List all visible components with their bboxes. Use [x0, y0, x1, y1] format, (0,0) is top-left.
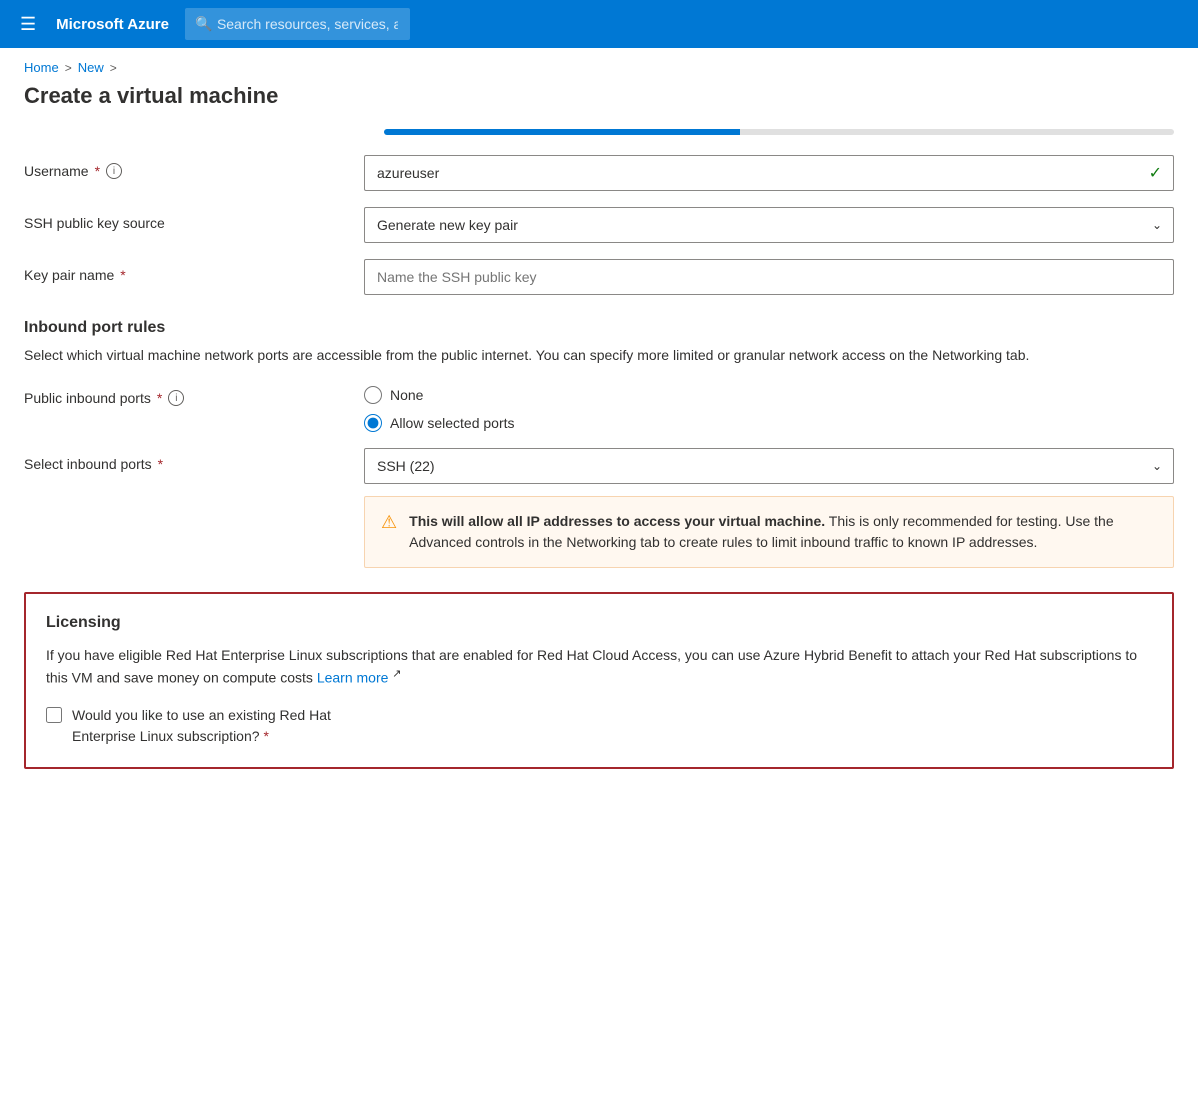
checkbox-row: Would you like to use an existing Red Ha…: [46, 705, 1152, 747]
username-input[interactable]: [364, 155, 1174, 191]
content-area: Username * i ✓ SSH public key source Gen…: [0, 129, 1198, 793]
username-required: *: [95, 163, 100, 179]
public-ports-required: *: [157, 390, 162, 406]
select-ports-dropdown[interactable]: SSH (22): [364, 448, 1174, 484]
progress-bar-area: [384, 129, 1174, 135]
radio-group-ports: None Allow selected ports: [364, 382, 1174, 432]
select-ports-label: Select inbound ports *: [24, 448, 364, 472]
key-pair-input[interactable]: [364, 259, 1174, 295]
ssh-source-row: SSH public key source Generate new key p…: [24, 207, 1174, 243]
search-wrapper: 🔍: [185, 8, 1005, 40]
licensing-box: Licensing If you have eligible Red Hat E…: [24, 592, 1174, 769]
checkbox-label-line2: Enterprise Linux subscription?: [72, 728, 260, 744]
inbound-section-heading: Inbound port rules: [24, 319, 1174, 337]
licensing-desc: If you have eligible Red Hat Enterprise …: [46, 644, 1152, 689]
breadcrumb-sep-2: >: [110, 61, 117, 75]
public-ports-row: Public inbound ports * i None Allow sele…: [24, 382, 1174, 432]
warning-icon: ⚠: [381, 512, 397, 533]
username-info-icon[interactable]: i: [106, 163, 122, 179]
topbar: ☰ Microsoft Azure 🔍: [0, 0, 1198, 48]
warning-bold-text: This will allow all IP addresses to acce…: [409, 513, 825, 529]
username-input-wrapper: ✓: [364, 155, 1174, 191]
ssh-source-label: SSH public key source: [24, 207, 364, 231]
ssh-source-dropdown[interactable]: Generate new key pair: [364, 207, 1174, 243]
page-title: Create a virtual machine: [0, 83, 1198, 129]
checkbox-required: *: [263, 728, 268, 744]
select-ports-control: SSH (22) ⌄ ⚠ This will allow all IP addr…: [364, 448, 1174, 568]
username-control: ✓: [364, 155, 1174, 191]
azure-logo: Microsoft Azure: [56, 16, 169, 33]
warning-text: This will allow all IP addresses to acce…: [409, 511, 1157, 553]
public-ports-control: None Allow selected ports: [364, 382, 1174, 432]
radio-allow-label: Allow selected ports: [390, 415, 515, 431]
inbound-section-desc: Select which virtual machine network por…: [24, 345, 1174, 366]
public-ports-label: Public inbound ports * i: [24, 382, 364, 406]
key-pair-required: *: [120, 267, 125, 283]
radio-none-input[interactable]: [364, 386, 382, 404]
radio-none[interactable]: None: [364, 386, 1174, 404]
breadcrumb-new[interactable]: New: [78, 60, 104, 75]
select-ports-required: *: [158, 456, 163, 472]
external-link-icon: ↗: [392, 668, 401, 680]
licensing-desc-text: If you have eligible Red Hat Enterprise …: [46, 647, 1137, 686]
username-row: Username * i ✓: [24, 155, 1174, 191]
radio-none-label: None: [390, 387, 423, 403]
radio-allow-selected[interactable]: Allow selected ports: [364, 414, 1174, 432]
key-pair-label: Key pair name *: [24, 259, 364, 283]
search-input[interactable]: [185, 8, 410, 40]
select-ports-row: Select inbound ports * SSH (22) ⌄ ⚠ This…: [24, 448, 1174, 568]
breadcrumb: Home > New >: [0, 48, 1198, 83]
hamburger-icon[interactable]: ☰: [16, 10, 40, 39]
select-ports-dropdown-wrapper: SSH (22) ⌄: [364, 448, 1174, 484]
username-check-icon: ✓: [1149, 163, 1162, 183]
learn-more-link[interactable]: Learn more: [317, 670, 389, 686]
licensing-title: Licensing: [46, 614, 1152, 632]
ssh-source-control: Generate new key pair ⌄: [364, 207, 1174, 243]
breadcrumb-home[interactable]: Home: [24, 60, 59, 75]
username-label: Username * i: [24, 155, 364, 179]
ssh-source-dropdown-wrapper: Generate new key pair ⌄: [364, 207, 1174, 243]
key-pair-row: Key pair name *: [24, 259, 1174, 295]
progress-bar-fill: [384, 129, 740, 135]
public-ports-info-icon[interactable]: i: [168, 390, 184, 406]
radio-allow-input[interactable]: [364, 414, 382, 432]
redhat-subscription-checkbox[interactable]: [46, 707, 62, 723]
warning-box: ⚠ This will allow all IP addresses to ac…: [364, 496, 1174, 568]
key-pair-control: [364, 259, 1174, 295]
breadcrumb-sep-1: >: [65, 61, 72, 75]
checkbox-label: Would you like to use an existing Red Ha…: [72, 705, 331, 747]
